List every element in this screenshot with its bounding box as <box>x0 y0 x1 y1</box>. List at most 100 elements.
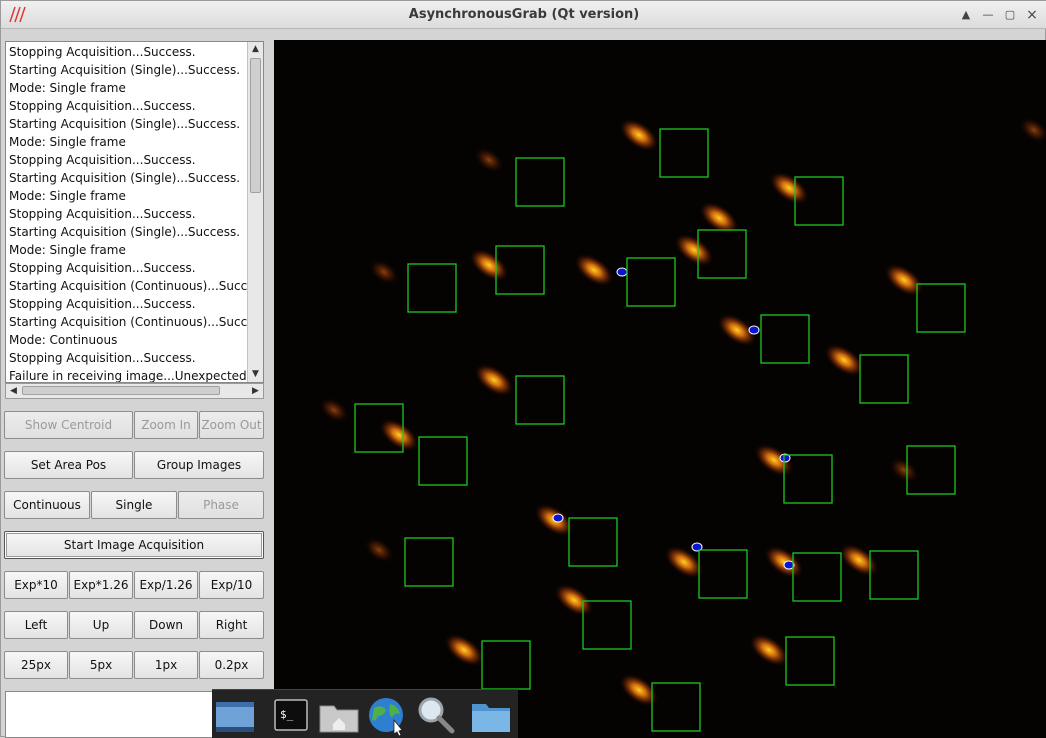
exp-div-10-button[interactable]: Exp/10 <box>199 571 264 599</box>
saturated-spot-core <box>552 513 564 523</box>
scroll-thumb[interactable] <box>22 386 220 395</box>
step-5px-button[interactable]: 5px <box>69 651 133 679</box>
log-line: Starting Acquisition (Single)...Success. <box>9 225 241 239</box>
diffraction-spot <box>674 234 714 266</box>
log-line: Starting Acquisition (Continuous)...Succ… <box>9 315 248 329</box>
move-up-button[interactable]: Up <box>69 611 133 639</box>
window-title: AsynchronousGrab (Qt version) <box>408 7 640 22</box>
diffraction-spot <box>619 119 659 151</box>
home-folder-icon[interactable] <box>316 694 362 736</box>
folder-icon[interactable] <box>468 694 514 736</box>
log-list[interactable]: Stopping Acquisition...Success. Starting … <box>5 41 264 383</box>
move-left-button[interactable]: Left <box>4 611 68 639</box>
step-0.2px-button[interactable]: 0.2px <box>199 651 264 679</box>
area-box[interactable] <box>404 537 454 587</box>
start-image-acquisition-button[interactable]: Start Image Acquisition <box>4 531 264 559</box>
scroll-right-arrow-icon[interactable]: ▶ <box>248 384 263 398</box>
diffraction-spots <box>319 117 1046 706</box>
log-lines: Stopping Acquisition...Success. Starting … <box>6 42 248 382</box>
diffraction-spot <box>619 674 659 706</box>
move-down-button[interactable]: Down <box>134 611 198 639</box>
set-area-pos-button[interactable]: Set Area Pos <box>4 451 133 479</box>
diffraction-spot <box>824 344 864 376</box>
taskbar: $_ <box>212 689 518 738</box>
log-line: Stopping Acquisition...Success. <box>9 153 196 167</box>
diffraction-spot <box>364 537 394 563</box>
maximize-icon[interactable]: ▢ <box>1001 6 1019 24</box>
area-box[interactable] <box>481 640 531 690</box>
camera-image <box>319 117 1046 732</box>
scroll-down-arrow-icon[interactable]: ▼ <box>248 367 263 382</box>
title-bar[interactable]: AsynchronousGrab (Qt version) ▲ — ▢ × <box>1 1 1046 29</box>
area-box[interactable] <box>568 517 618 567</box>
log-line: Stopping Acquisition...Success. <box>9 261 196 275</box>
exp-times-1.26-button[interactable]: Exp*1.26 <box>69 571 133 599</box>
show-centroid-button[interactable]: Show Centroid <box>4 411 133 439</box>
area-box[interactable] <box>418 436 468 486</box>
terminal-icon[interactable]: $_ <box>268 694 314 736</box>
scroll-left-arrow-icon[interactable]: ◀ <box>6 384 21 398</box>
move-right-button[interactable]: Right <box>199 611 264 639</box>
log-vertical-scrollbar[interactable]: ▲ ▼ <box>247 42 263 382</box>
log-line: Mode: Single frame <box>9 81 126 95</box>
area-box[interactable] <box>407 263 457 313</box>
group-images-button[interactable]: Group Images <box>134 451 264 479</box>
log-line: Mode: Single frame <box>9 135 126 149</box>
minimize-icon[interactable]: — <box>979 6 997 24</box>
diffraction-spot <box>379 419 419 451</box>
area-box[interactable] <box>916 283 966 333</box>
scroll-up-arrow-icon[interactable]: ▲ <box>248 42 263 57</box>
diffraction-spot <box>699 202 739 234</box>
log-line: Stopping Acquisition...Success. <box>9 297 196 311</box>
log-line: Stopping Acquisition...Success. <box>9 351 196 365</box>
area-box[interactable] <box>760 314 810 364</box>
phase-button[interactable]: Phase <box>178 491 264 519</box>
show-desktop-icon[interactable] <box>212 694 258 736</box>
continuous-button[interactable]: Continuous <box>4 491 90 519</box>
log-line: Starting Acquisition (Single)...Success. <box>9 63 241 77</box>
area-box[interactable] <box>859 354 909 404</box>
area-box[interactable] <box>785 636 835 686</box>
diffraction-spot <box>769 172 809 204</box>
zoom-out-button[interactable]: Zoom Out <box>199 411 264 439</box>
log-line: Mode: Single frame <box>9 189 126 203</box>
step-25px-button[interactable]: 25px <box>4 651 68 679</box>
diffraction-spot <box>554 584 594 616</box>
status-text-box[interactable] <box>5 691 217 738</box>
close-icon[interactable]: × <box>1023 6 1041 24</box>
diffraction-spot <box>1019 117 1046 143</box>
single-button[interactable]: Single <box>91 491 177 519</box>
diffraction-spot <box>884 264 924 296</box>
area-box[interactable] <box>626 257 676 307</box>
step-1px-button[interactable]: 1px <box>134 651 198 679</box>
exp-div-1.26-button[interactable]: Exp/1.26 <box>134 571 198 599</box>
scroll-thumb[interactable] <box>250 58 261 193</box>
restore-icon[interactable]: ▲ <box>957 6 975 24</box>
diffraction-spot <box>889 457 919 483</box>
zoom-in-button[interactable]: Zoom In <box>134 411 198 439</box>
area-box[interactable] <box>792 552 842 602</box>
area-box[interactable] <box>651 682 701 732</box>
exp-times-10-button[interactable]: Exp*10 <box>4 571 68 599</box>
diffraction-spot <box>319 397 349 423</box>
log-line: Starting Acquisition (Single)...Success. <box>9 171 241 185</box>
area-box[interactable] <box>869 550 919 600</box>
log-line: Starting Acquisition (Single)...Success. <box>9 117 241 131</box>
diffraction-spot <box>469 249 509 281</box>
camera-image-view[interactable] <box>274 40 1046 738</box>
area-box[interactable] <box>698 549 748 599</box>
diffraction-spot <box>574 254 614 286</box>
log-line: Stopping Acquisition...Success. <box>9 207 196 221</box>
area-box[interactable] <box>659 128 709 178</box>
log-line: Starting Acquisition (Continuous)...Succ… <box>9 279 248 293</box>
diffraction-spot <box>474 364 514 396</box>
saturated-spot-core <box>748 325 760 335</box>
log-horizontal-scrollbar[interactable]: ◀ ▶ <box>5 383 264 399</box>
diffraction-spot <box>764 546 804 578</box>
diffraction-spot <box>474 147 504 173</box>
area-box[interactable] <box>515 157 565 207</box>
search-icon[interactable] <box>412 694 458 736</box>
web-browser-icon[interactable] <box>364 694 410 736</box>
area-box[interactable] <box>515 375 565 425</box>
log-line: Mode: Continuous <box>9 333 118 347</box>
